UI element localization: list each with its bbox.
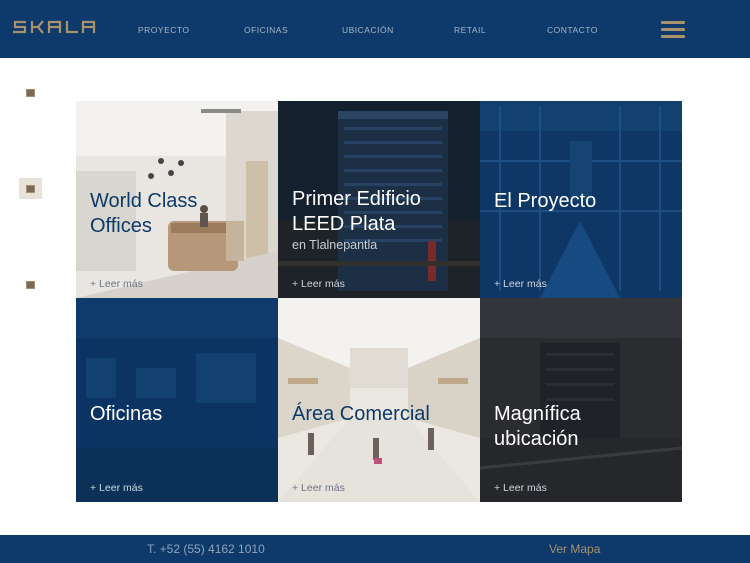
read-more-link[interactable]: + Leer más xyxy=(292,482,345,494)
tile-title: Área Comercial xyxy=(292,403,430,425)
top-navigation-bar: PROYECTO OFICINAS UBICACIÓN RETAIL CONTA… xyxy=(0,0,750,58)
nav-item-ubicacion[interactable]: UBICACIÓN xyxy=(342,25,394,35)
slider-dot-1[interactable] xyxy=(26,89,35,97)
read-more-link[interactable]: + Leer más xyxy=(292,278,345,290)
tile-primer-edificio-leed[interactable]: Primer Edificio LEED Plata en Tlalnepant… xyxy=(278,101,480,298)
tile-world-class-offices[interactable]: World Class Offices + Leer más xyxy=(76,101,278,298)
hamburger-menu-icon[interactable] xyxy=(659,19,687,41)
footer-bar: T. +52 (55) 4162 1010 Ver Mapa xyxy=(0,535,750,563)
read-more-link[interactable]: + Leer más xyxy=(494,482,547,494)
tile-subtitle: en Tlalnepantla xyxy=(292,238,378,252)
commercial-mall-image xyxy=(278,298,480,502)
nav-item-proyecto[interactable]: PROYECTO xyxy=(138,25,190,35)
skala-logo[interactable] xyxy=(12,20,100,34)
tile-title: Oficinas xyxy=(90,403,163,425)
tile-title: World Class Offices xyxy=(90,190,198,237)
nav-item-oficinas[interactable]: OFICINAS xyxy=(244,25,288,35)
tile-title: El Proyecto xyxy=(494,190,597,212)
view-map-link[interactable]: Ver Mapa xyxy=(549,542,600,556)
read-more-link[interactable]: + Leer más xyxy=(494,278,547,290)
tile-el-proyecto[interactable]: El Proyecto + Leer más xyxy=(480,101,682,298)
tile-title: Magnífica ubicación xyxy=(494,403,581,450)
read-more-link[interactable]: + Leer más xyxy=(90,482,143,494)
slider-dot-2-active[interactable] xyxy=(26,185,35,193)
nav-item-retail[interactable]: RETAIL xyxy=(454,25,486,35)
nav-item-contacto[interactable]: CONTACTO xyxy=(547,25,598,35)
footer-phone[interactable]: T. +52 (55) 4162 1010 xyxy=(147,542,265,556)
slider-dot-3[interactable] xyxy=(26,281,35,289)
offices-interior-image xyxy=(76,298,278,502)
feature-tiles-grid: World Class Offices + Leer más Primer Ed… xyxy=(76,101,682,502)
tile-area-comercial[interactable]: Área Comercial + Leer más xyxy=(278,298,480,502)
tile-magnifica-ubicacion[interactable]: Magnífica ubicación + Leer más xyxy=(480,298,682,502)
city-aerial-image xyxy=(480,298,682,502)
tile-oficinas[interactable]: Oficinas + Leer más xyxy=(76,298,278,502)
read-more-link[interactable]: + Leer más xyxy=(90,278,143,290)
tile-title: Primer Edificio LEED Plata xyxy=(292,188,421,235)
